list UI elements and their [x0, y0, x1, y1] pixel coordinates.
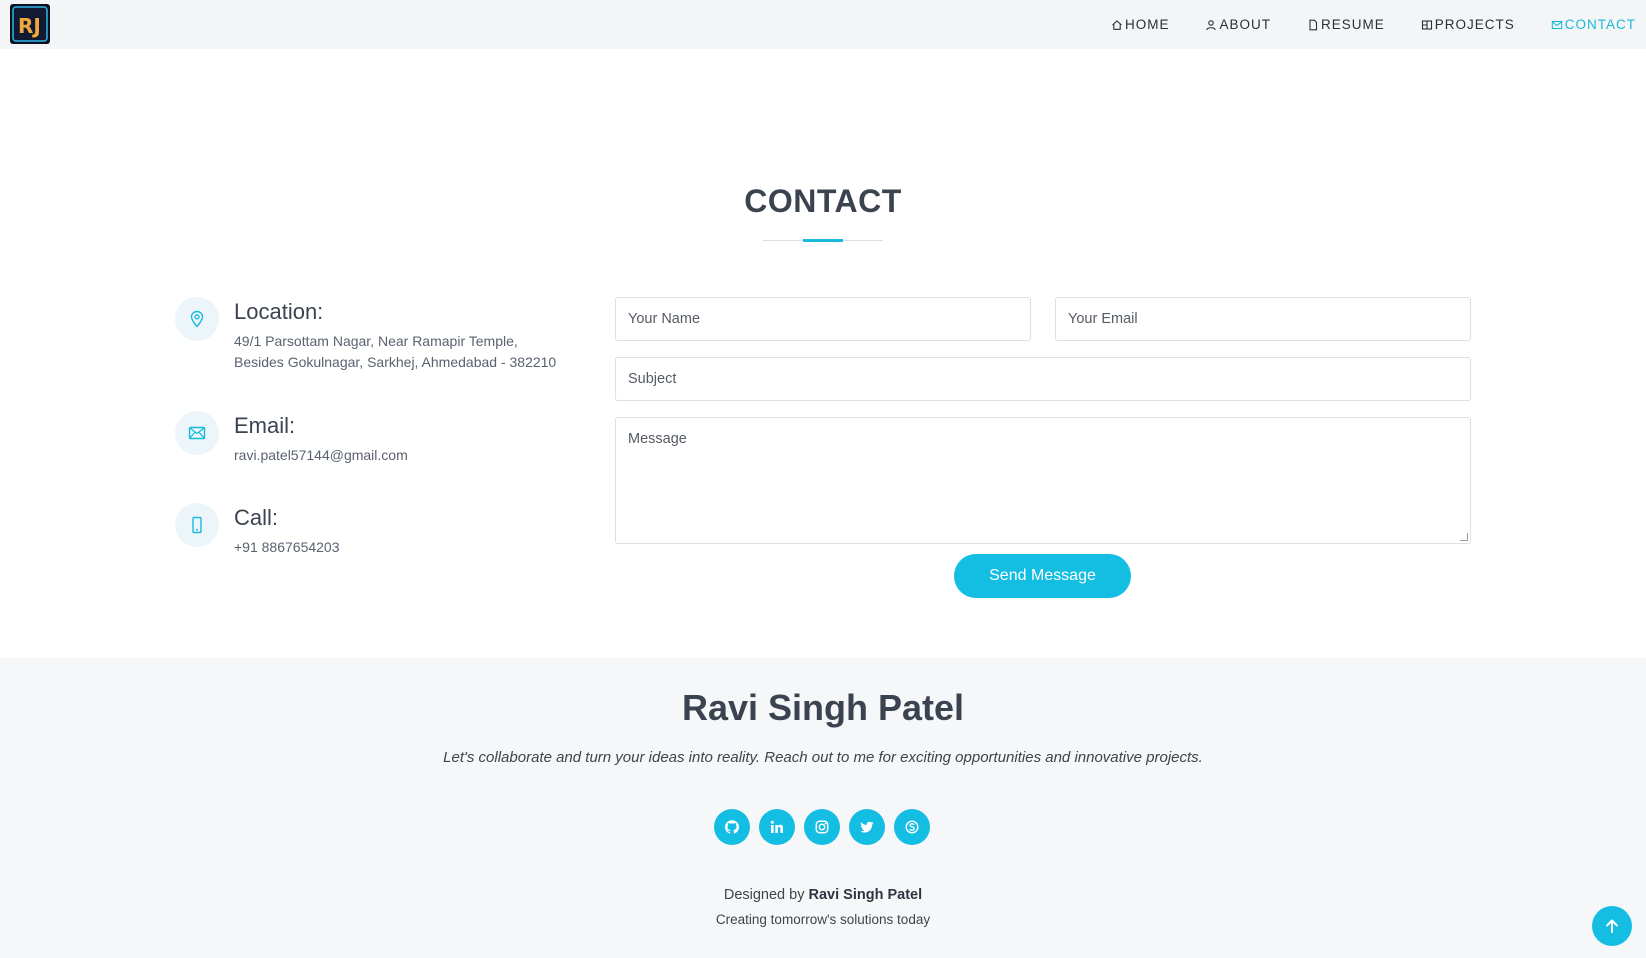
call-info: Call: +91 8867654203	[175, 503, 595, 563]
nav-projects[interactable]: PROJECTS	[1421, 17, 1515, 32]
house-icon	[1112, 19, 1122, 30]
site-footer: Ravi Singh Patel Let's collaborate and t…	[0, 658, 1646, 958]
nav-projects-label: PROJECTS	[1434, 17, 1515, 32]
github-link[interactable]	[714, 809, 750, 845]
resize-handle[interactable]	[1460, 533, 1468, 541]
nav-contact[interactable]: CONTACT	[1551, 17, 1636, 32]
nav-about-label: ABOUT	[1219, 17, 1271, 32]
main-nav: HOME ABOUT RESUME PROJECTS CONTACT	[1075, 0, 1636, 49]
logo-mark-icon: RJ	[12, 6, 48, 42]
nav-about[interactable]: ABOUT	[1205, 17, 1271, 32]
designed-name: Ravi Singh Patel	[808, 887, 923, 903]
email-placeholder: Your Email	[1068, 311, 1138, 327]
name-input[interactable]: Your Name	[615, 297, 1031, 341]
envelope-icon	[188, 426, 206, 440]
arrow-up-icon	[1606, 919, 1618, 933]
email-info: Email: ravi.patel57144@gmail.com	[175, 411, 595, 471]
twitter-link[interactable]	[849, 809, 885, 845]
message-textarea[interactable]: Message	[615, 417, 1471, 544]
location-address: 49/1 Parsottam Nagar, Near Ramapir Templ…	[234, 331, 594, 373]
designed-by: Designed by Ravi Singh Patel	[0, 887, 1646, 903]
designed-prefix: Designed by	[723, 887, 805, 903]
call-value[interactable]: +91 8867654203	[234, 537, 594, 558]
subject-input[interactable]: Subject	[615, 357, 1471, 401]
person-icon	[1206, 19, 1217, 30]
svg-text:RJ: RJ	[18, 14, 41, 38]
instagram-icon	[815, 820, 829, 834]
footer-name: Ravi Singh Patel	[681, 687, 965, 728]
title-accent-bar	[803, 239, 843, 242]
envelope-icon	[1551, 20, 1562, 29]
skype-link[interactable]	[894, 809, 930, 845]
nav-contact-label: CONTACT	[1564, 17, 1636, 32]
call-icon-badge	[175, 503, 219, 547]
name-placeholder: Your Name	[628, 311, 701, 327]
footer-tagline: Let's collaborate and turn your ideas in…	[443, 749, 1203, 766]
linkedin-link[interactable]	[759, 809, 795, 845]
twitter-icon	[860, 821, 874, 833]
nav-resume-label: RESUME	[1320, 17, 1385, 32]
section-title: CONTACT	[744, 183, 902, 219]
back-to-top-button[interactable]	[1592, 906, 1632, 946]
subject-placeholder: Subject	[628, 371, 677, 387]
address-line-2: Besides Gokulnagar, Sarkhej, Ahmedabad -…	[234, 354, 557, 370]
call-title: Call:	[234, 505, 279, 530]
email-input[interactable]: Your Email	[1055, 297, 1471, 341]
location-title: Location:	[234, 299, 324, 324]
message-placeholder: Message	[628, 431, 687, 447]
skype-icon	[905, 820, 919, 834]
nav-home[interactable]: HOME	[1111, 17, 1170, 32]
instagram-link[interactable]	[804, 809, 840, 845]
nav-resume[interactable]: RESUME	[1307, 17, 1385, 32]
email-value[interactable]: ravi.patel57144@gmail.com	[234, 445, 594, 466]
nav-home-label: HOME	[1124, 17, 1170, 32]
send-message-button[interactable]: Send Message	[954, 554, 1131, 598]
social-links	[714, 809, 930, 845]
grid-icon	[1421, 19, 1432, 30]
github-icon	[724, 820, 740, 834]
email-title: Email:	[234, 413, 296, 438]
map-pin-icon	[190, 310, 204, 328]
location-icon-badge	[175, 297, 219, 341]
email-icon-badge	[175, 411, 219, 455]
site-header: RJ HOME ABOUT RESUME PROJECTS CONTACT	[0, 0, 1646, 49]
address-line-1: 49/1 Parsottam Nagar, Near Ramapir Templ…	[234, 333, 518, 349]
linkedin-icon	[770, 820, 783, 833]
file-icon	[1309, 19, 1318, 30]
location-info: Location: 49/1 Parsottam Nagar, Near Ram…	[175, 297, 595, 377]
phone-icon	[192, 516, 202, 534]
site-logo[interactable]: RJ	[10, 4, 50, 44]
footer-subtitle: Creating tomorrow's solutions today	[715, 912, 931, 927]
